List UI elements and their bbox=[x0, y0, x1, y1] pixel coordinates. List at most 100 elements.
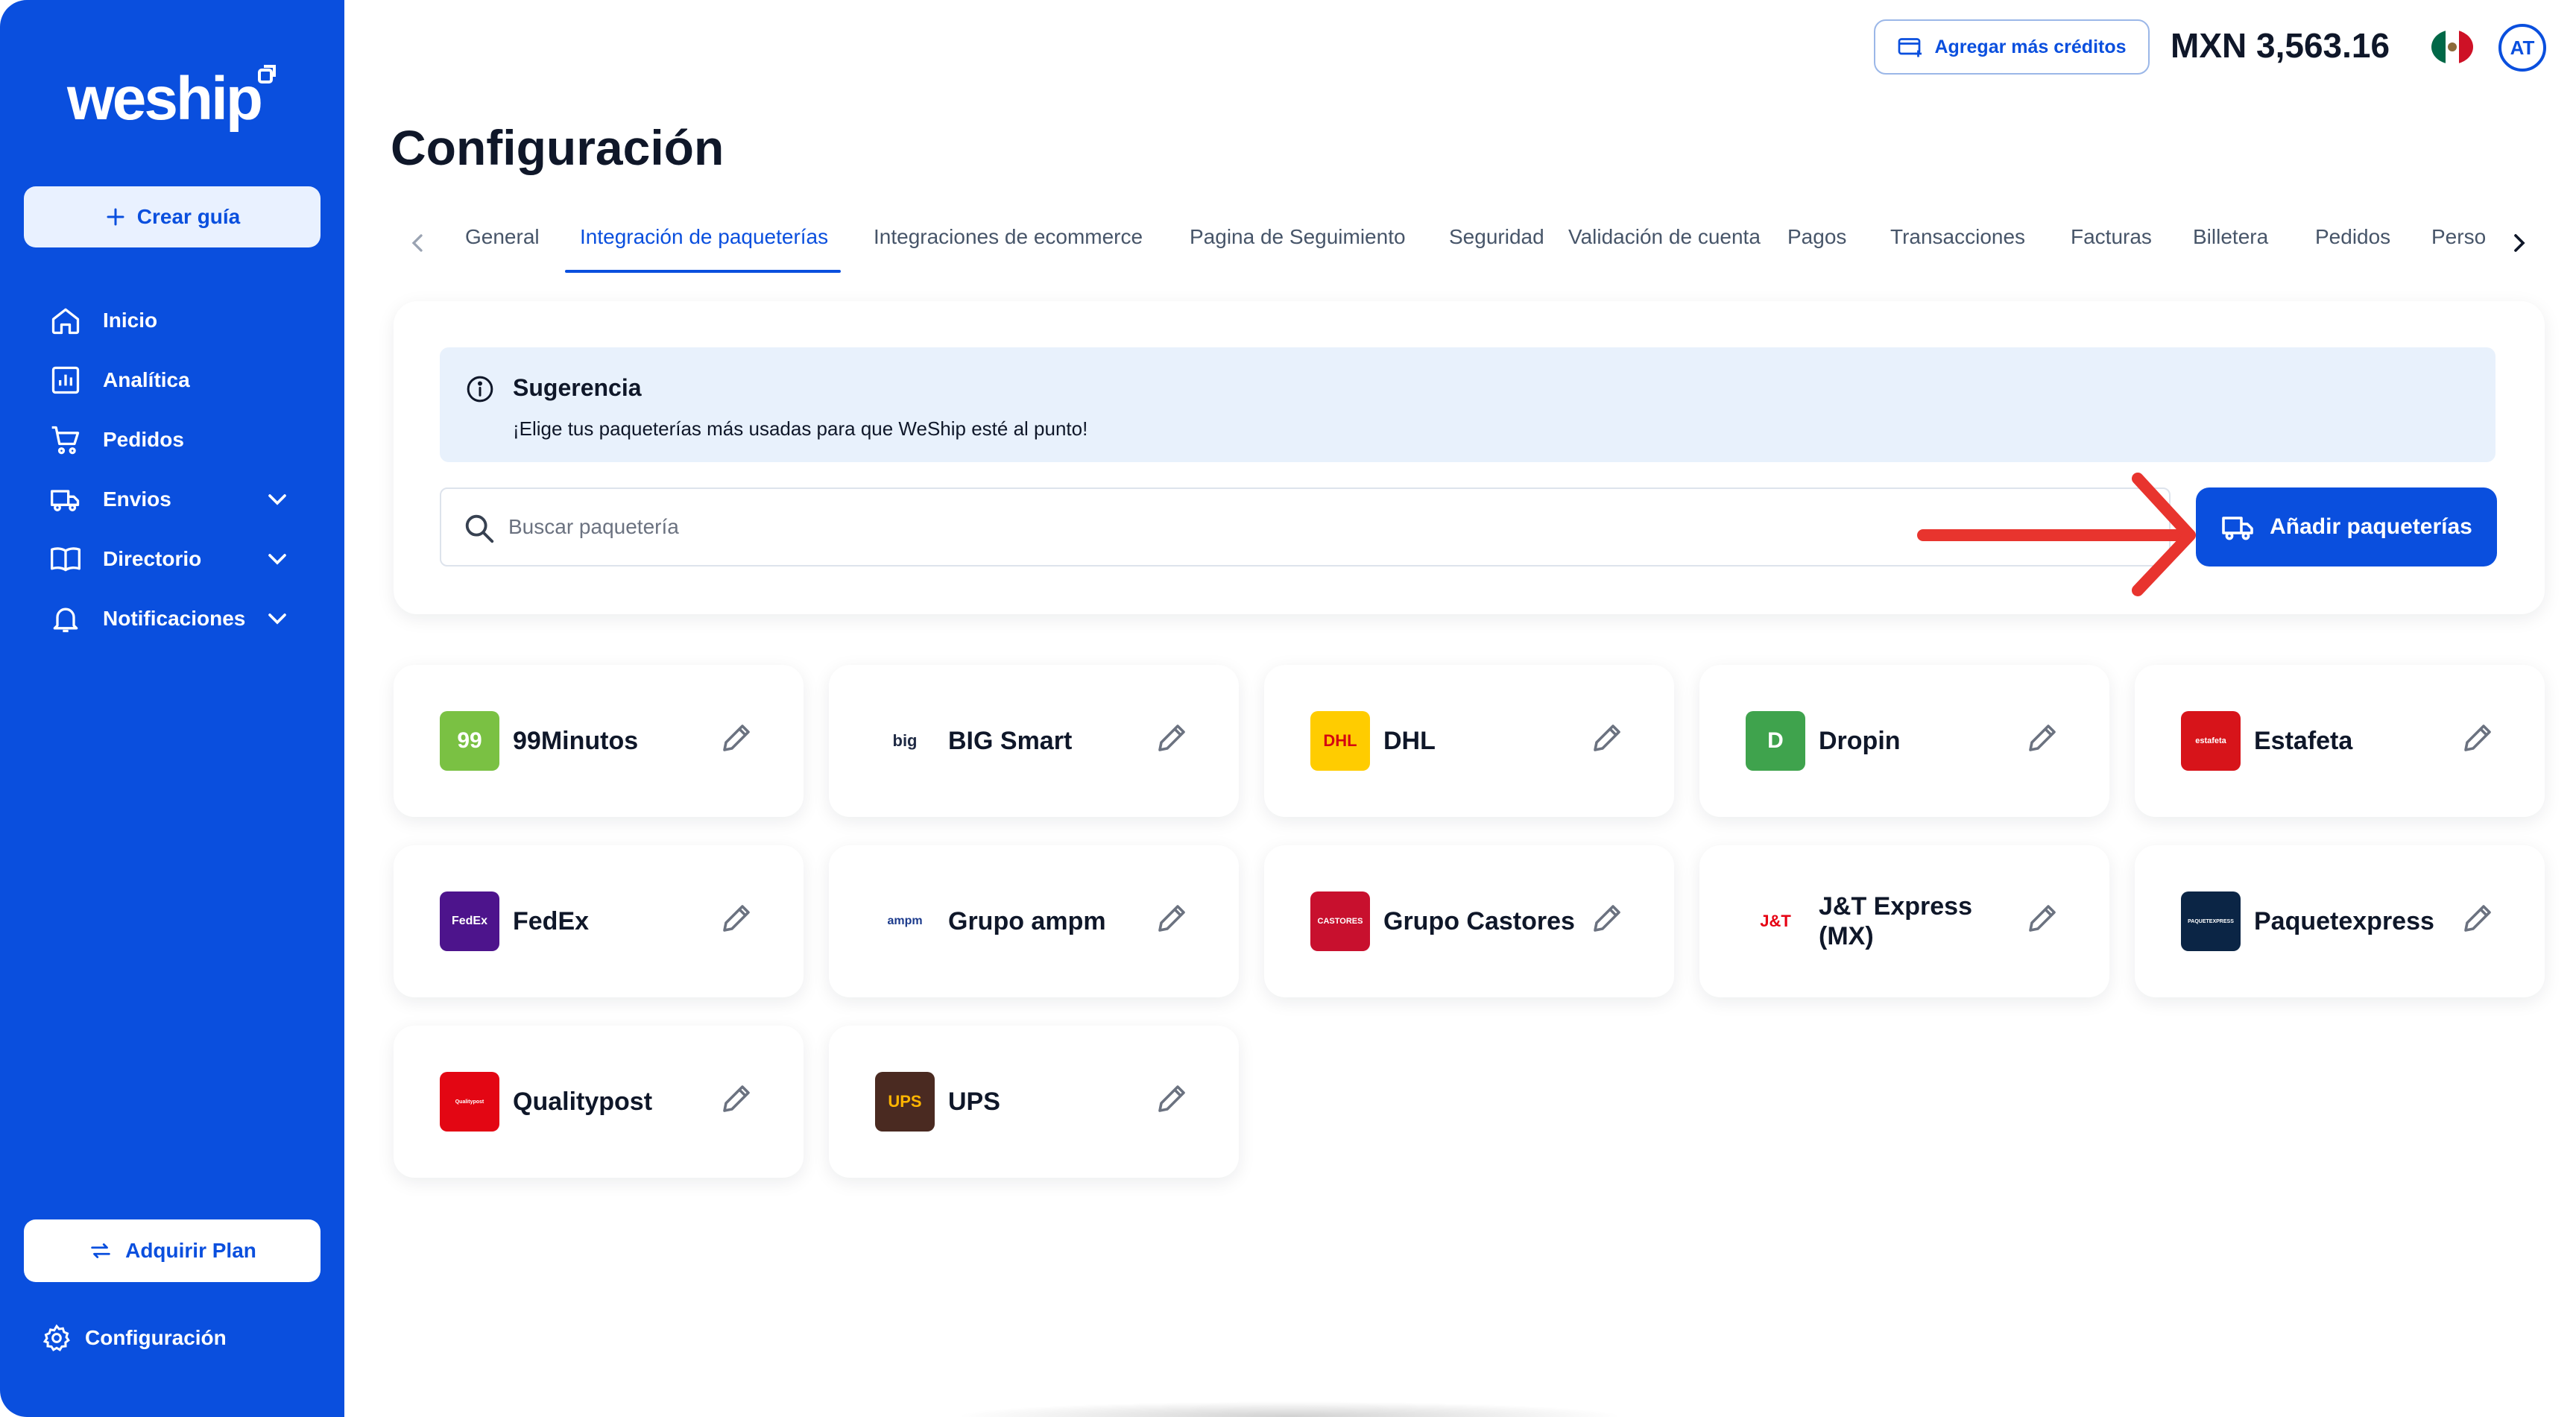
carrier-name: Qualitypost bbox=[513, 1088, 653, 1116]
tab-integraciones-ecommerce[interactable]: Integraciones de ecommerce bbox=[874, 225, 1143, 249]
carrier-card[interactable]: UPS UPS bbox=[829, 1026, 1239, 1178]
carrier-logo: PAQUETEXPRESS bbox=[2181, 891, 2241, 951]
tab-pagina-seguimiento[interactable]: Pagina de Seguimiento bbox=[1190, 225, 1406, 249]
tab-seguridad[interactable]: Seguridad bbox=[1449, 225, 1544, 249]
bottom-shadow bbox=[954, 1401, 1625, 1417]
home-icon bbox=[51, 308, 80, 335]
active-tab-indicator bbox=[565, 270, 841, 273]
gear-icon bbox=[42, 1324, 70, 1351]
sidebar-item-label: Inicio bbox=[103, 309, 158, 332]
carrier-name: J&T Express (MX) bbox=[1819, 892, 1972, 950]
swap-arrows-icon bbox=[91, 1243, 110, 1258]
carrier-name: Grupo Castores bbox=[1383, 907, 1575, 935]
pencil-icon[interactable] bbox=[719, 1081, 754, 1117]
carrier-logo: UPS bbox=[875, 1072, 935, 1132]
carrier-card[interactable]: estafeta Estafeta bbox=[2135, 665, 2545, 817]
truck-icon bbox=[51, 490, 80, 511]
add-credits-button[interactable]: Agregar más créditos bbox=[1874, 19, 2150, 75]
pencil-icon[interactable] bbox=[1589, 900, 1625, 936]
chevron-down-icon[interactable] bbox=[262, 485, 292, 514]
sidebar-item-envios[interactable]: Envios bbox=[0, 470, 344, 529]
pencil-icon[interactable] bbox=[2024, 720, 2060, 756]
pencil-icon[interactable] bbox=[1154, 1081, 1190, 1117]
logo-mark-icon bbox=[258, 65, 276, 83]
suggestion-title: Sugerencia bbox=[513, 374, 642, 401]
sidebar-item-label: Analítica bbox=[103, 368, 190, 391]
carrier-card[interactable]: Qualitypost Qualitypost bbox=[394, 1026, 804, 1178]
tab-validacion-cuenta[interactable]: Validación de cuenta bbox=[1568, 225, 1761, 249]
sidebar-item-notificaciones[interactable]: Notificaciones bbox=[0, 589, 344, 648]
tab-billetera[interactable]: Billetera bbox=[2193, 225, 2268, 249]
tab-facturas[interactable]: Facturas bbox=[2071, 225, 2152, 249]
tab-pagos[interactable]: Pagos bbox=[1787, 225, 1846, 249]
carrier-card[interactable]: ampm Grupo ampm bbox=[829, 845, 1239, 997]
carrier-logo: Qualitypost bbox=[440, 1072, 499, 1132]
analytics-icon bbox=[51, 366, 80, 394]
carrier-card[interactable]: 99 99Minutos bbox=[394, 665, 804, 817]
sidebar-item-inicio[interactable]: Inicio bbox=[0, 291, 344, 350]
pencil-icon[interactable] bbox=[719, 900, 754, 936]
sidebar-item-label: Directorio bbox=[103, 547, 202, 570]
sidebar-item-pedidos[interactable]: Pedidos bbox=[0, 410, 344, 470]
sidebar-item-label: Envios bbox=[103, 487, 171, 511]
sidebar-item-directorio[interactable]: Directorio bbox=[0, 529, 344, 589]
bell-icon bbox=[53, 607, 78, 633]
carrier-logo: ampm bbox=[875, 891, 935, 951]
acquire-plan-label: Adquirir Plan bbox=[125, 1239, 256, 1262]
weship-logo[interactable]: weship bbox=[67, 64, 263, 134]
pencil-icon[interactable] bbox=[2460, 900, 2496, 936]
pencil-icon[interactable] bbox=[2460, 720, 2496, 756]
chevron-right-icon[interactable] bbox=[2504, 228, 2534, 258]
settings-tabs: General Integración de paqueterías Integ… bbox=[402, 216, 2525, 276]
chevron-down-icon[interactable] bbox=[262, 544, 292, 574]
add-credits-label: Agregar más créditos bbox=[1934, 36, 2127, 57]
tab-general[interactable]: General bbox=[465, 225, 540, 249]
tab-transacciones[interactable]: Transacciones bbox=[1890, 225, 2025, 249]
chevron-down-icon[interactable] bbox=[262, 604, 292, 634]
carrier-logo: DHL bbox=[1310, 711, 1370, 771]
carrier-name: Dropin bbox=[1819, 727, 1901, 755]
sidebar-item-label: Notificaciones bbox=[103, 607, 246, 630]
suggestion-text: ¡Elige tus paqueterías más usadas para q… bbox=[513, 417, 1088, 440]
carrier-logo: J&T bbox=[1746, 891, 1805, 951]
search-icon bbox=[465, 514, 494, 543]
chevron-left-icon[interactable] bbox=[402, 228, 432, 258]
carrier-card[interactable]: FedEx FedEx bbox=[394, 845, 804, 997]
pencil-icon[interactable] bbox=[1154, 720, 1190, 756]
carrier-card[interactable]: big BIG Smart bbox=[829, 665, 1239, 817]
pencil-icon[interactable] bbox=[2024, 900, 2060, 936]
pencil-icon[interactable] bbox=[1589, 720, 1625, 756]
plus-icon bbox=[107, 208, 124, 226]
carrier-name: DHL bbox=[1383, 727, 1436, 755]
carrier-name: UPS bbox=[948, 1088, 1000, 1116]
acquire-plan-button[interactable]: Adquirir Plan bbox=[24, 1219, 321, 1282]
mexico-flag-icon[interactable] bbox=[2431, 30, 2473, 64]
sidebar-item-configuracion[interactable]: Configuración bbox=[42, 1323, 227, 1353]
create-guide-button[interactable]: Crear guía bbox=[24, 186, 321, 247]
pencil-icon[interactable] bbox=[719, 720, 754, 756]
tab-integracion-paqueterias[interactable]: Integración de paqueterías bbox=[580, 225, 828, 249]
sidebar-item-analitica[interactable]: Analítica bbox=[0, 350, 344, 410]
carrier-logo: CASTORES bbox=[1310, 891, 1370, 951]
carrier-name: Grupo ampm bbox=[948, 907, 1106, 935]
carrier-card[interactable]: CASTORES Grupo Castores bbox=[1264, 845, 1674, 997]
tab-pedidos[interactable]: Pedidos bbox=[2315, 225, 2390, 249]
carrier-logo: big bbox=[875, 711, 935, 771]
add-carriers-button[interactable]: Añadir paqueterías bbox=[2196, 487, 2497, 567]
suggestion-banner: Sugerencia ¡Elige tus paqueterías más us… bbox=[440, 347, 2496, 462]
add-carriers-label: Añadir paqueterías bbox=[2270, 514, 2472, 539]
carrier-search bbox=[440, 487, 2171, 567]
tab-personalizacion[interactable]: Perso bbox=[2431, 225, 2486, 249]
carrier-card[interactable]: D Dropin bbox=[1699, 665, 2109, 817]
carrier-name: FedEx bbox=[513, 907, 590, 935]
carrier-logo: 99 bbox=[440, 711, 499, 771]
carrier-name: BIG Smart bbox=[948, 727, 1073, 755]
sidebar: weship Crear guía Inicio Analítica Pedid… bbox=[0, 0, 344, 1417]
carrier-name: Estafeta bbox=[2254, 727, 2353, 755]
avatar[interactable]: AT bbox=[2498, 24, 2546, 72]
carrier-card[interactable]: PAQUETEXPRESS Paquetexpress bbox=[2135, 845, 2545, 997]
carrier-card[interactable]: J&T J&T Express (MX) bbox=[1699, 845, 2109, 997]
carrier-name: 99Minutos bbox=[513, 727, 639, 755]
carrier-card[interactable]: DHL DHL bbox=[1264, 665, 1674, 817]
pencil-icon[interactable] bbox=[1154, 900, 1190, 936]
